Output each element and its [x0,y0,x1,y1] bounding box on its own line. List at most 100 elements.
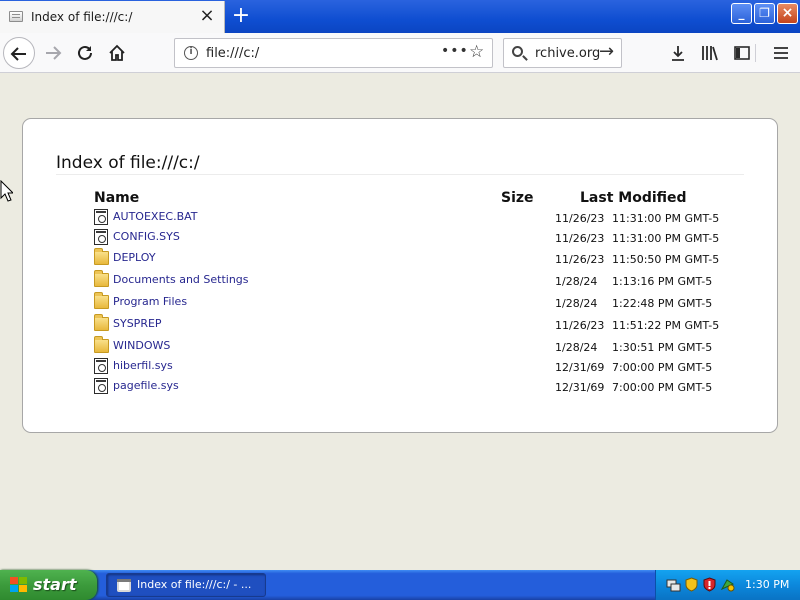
search-go-icon[interactable]: → [599,41,614,62]
file-name-link[interactable]: hiberfil.sys [113,359,173,372]
table-row[interactable]: hiberfil.sys 12/31/69 7:00:00 PM GMT-5 [94,357,734,377]
directory-listing-panel: Index of file:///c:/ Name Size Last Modi… [22,118,778,433]
downloads-button[interactable] [663,37,693,69]
file-name-link[interactable]: Documents and Settings [113,273,249,286]
info-icon[interactable]: i [184,46,198,60]
table-row[interactable]: WINDOWS 1/28/24 1:30:51 PM GMT-5 [94,336,734,357]
modified-date: 11/26/23 [555,319,605,332]
document-icon [94,358,108,374]
table-row[interactable]: DEPLOY 11/26/23 11:50:50 PM GMT-5 [94,248,734,269]
forward-arrow-icon [46,46,62,60]
network-tray-icon[interactable] [666,577,681,592]
taskbar-window-label: Index of file:///c:/ - ... [137,578,252,591]
search-icon [512,46,523,57]
reload-button[interactable] [69,37,101,69]
modified-date: 1/28/24 [555,297,598,310]
modified-time: 11:51:22 PM GMT-5 [612,319,720,332]
modified-time: 11:31:00 PM GMT-5 [612,212,720,225]
modified-date: 11/26/23 [555,232,605,245]
modified-time: 11:50:50 PM GMT-5 [612,253,720,266]
system-tray: 1:30 PM [655,570,800,600]
modified-date: 1/28/24 [555,275,598,288]
column-header-last-modified[interactable]: Last Modified [580,190,687,206]
table-row[interactable]: CONFIG.SYS 11/26/23 11:31:00 PM GMT-5 [94,228,734,248]
address-bar[interactable]: i file:///c:/ ••• ☆ [174,38,493,68]
table-row[interactable]: pagefile.sys 12/31/69 7:00:00 PM GMT-5 [94,377,734,397]
new-tab-button[interactable]: + [227,3,255,30]
tab-close-icon[interactable]: × [198,7,216,25]
sidebar-icon [734,46,750,60]
modified-time: 1:30:51 PM GMT-5 [612,341,713,354]
start-label: start [33,575,77,594]
folder-icon [94,248,109,265]
forward-button[interactable] [37,37,69,69]
file-name-link[interactable]: CONFIG.SYS [113,230,180,243]
folder-icon [94,292,109,309]
page-actions-icon[interactable]: ••• [441,43,469,59]
modified-date: 1/28/24 [555,341,598,354]
back-arrow-icon [10,47,26,61]
library-button[interactable] [695,37,725,69]
file-name-link[interactable]: WINDOWS [113,339,170,352]
hamburger-menu-icon [774,47,788,59]
modified-time: 7:00:00 PM GMT-5 [612,381,713,394]
modified-date: 12/31/69 [555,381,605,394]
browser-task-icon [117,579,131,592]
menu-button[interactable] [766,37,796,69]
arrow-cursor-icon [0,180,13,202]
url-text[interactable]: file:///c:/ [206,46,259,61]
modified-date: 11/26/23 [555,212,605,225]
folder-icon [94,336,109,353]
tab-title: Index of file:///c:/ [31,10,133,24]
modified-time: 7:00:00 PM GMT-5 [612,361,713,374]
modified-date: 12/31/69 [555,361,605,374]
column-header-name[interactable]: Name [94,190,139,206]
bookmark-star-icon[interactable]: ☆ [469,42,484,62]
home-icon [109,44,125,61]
column-header-size[interactable]: Size [501,190,534,206]
windows-logo-icon [10,577,27,592]
home-button[interactable] [101,37,133,69]
close-window-button[interactable]: × [777,3,798,24]
file-name-link[interactable]: SYSPREP [113,317,162,330]
taskbar: start Index of file:///c:/ - ... 1:30 PM [0,570,800,600]
maximize-button[interactable]: ❐ [754,3,775,24]
folder-icon [94,314,109,331]
page-favicon-icon [9,11,23,22]
folder-icon [94,270,109,287]
library-icon [702,46,718,61]
table-row[interactable]: SYSPREP 11/26/23 11:51:22 PM GMT-5 [94,314,734,335]
page-title: Index of file:///c:/ [56,153,200,173]
security-shield-tray-icon[interactable] [684,577,699,592]
table-row[interactable]: Program Files 1/28/24 1:22:48 PM GMT-5 [94,292,734,313]
toolbar-separator [755,44,756,62]
search-input[interactable]: rchive.org [535,46,600,61]
heading-divider [56,174,744,175]
tab-index-of-c[interactable]: Index of file:///c:/ × [0,1,225,33]
document-icon [94,229,108,245]
updates-tray-icon[interactable] [720,577,735,592]
file-name-link[interactable]: DEPLOY [113,251,156,264]
navigation-toolbar: i file:///c:/ ••• ☆ rchive.org → [0,33,800,73]
reload-icon [78,45,92,60]
minimize-button[interactable]: _ [731,3,752,24]
file-name-link[interactable]: AUTOEXEC.BAT [113,210,198,223]
modified-time: 1:22:48 PM GMT-5 [612,297,713,310]
search-bar[interactable]: rchive.org → [503,38,622,68]
start-button[interactable]: start [0,570,97,600]
modified-time: 1:13:16 PM GMT-5 [612,275,713,288]
table-row[interactable]: Documents and Settings 1/28/24 1:13:16 PM … [94,270,734,291]
sidebar-button[interactable] [727,37,757,69]
clock[interactable]: 1:30 PM [745,578,789,591]
download-icon [672,46,684,61]
file-name-link[interactable]: Program Files [113,295,187,308]
tab-strip: Index of file:///c:/ × + _ ❐ × [0,0,800,33]
table-row[interactable]: AUTOEXEC.BAT 11/26/23 11:31:00 PM GMT-5 [94,208,734,228]
back-button[interactable] [3,37,35,69]
taskbar-window-button[interactable]: Index of file:///c:/ - ... [106,573,266,597]
modified-date: 11/26/23 [555,253,605,266]
file-name-link[interactable]: pagefile.sys [113,379,179,392]
alert-shield-tray-icon[interactable] [702,577,717,592]
page-content: Index of file:///c:/ Name Size Last Modi… [0,74,800,570]
modified-time: 11:31:00 PM GMT-5 [612,232,720,245]
